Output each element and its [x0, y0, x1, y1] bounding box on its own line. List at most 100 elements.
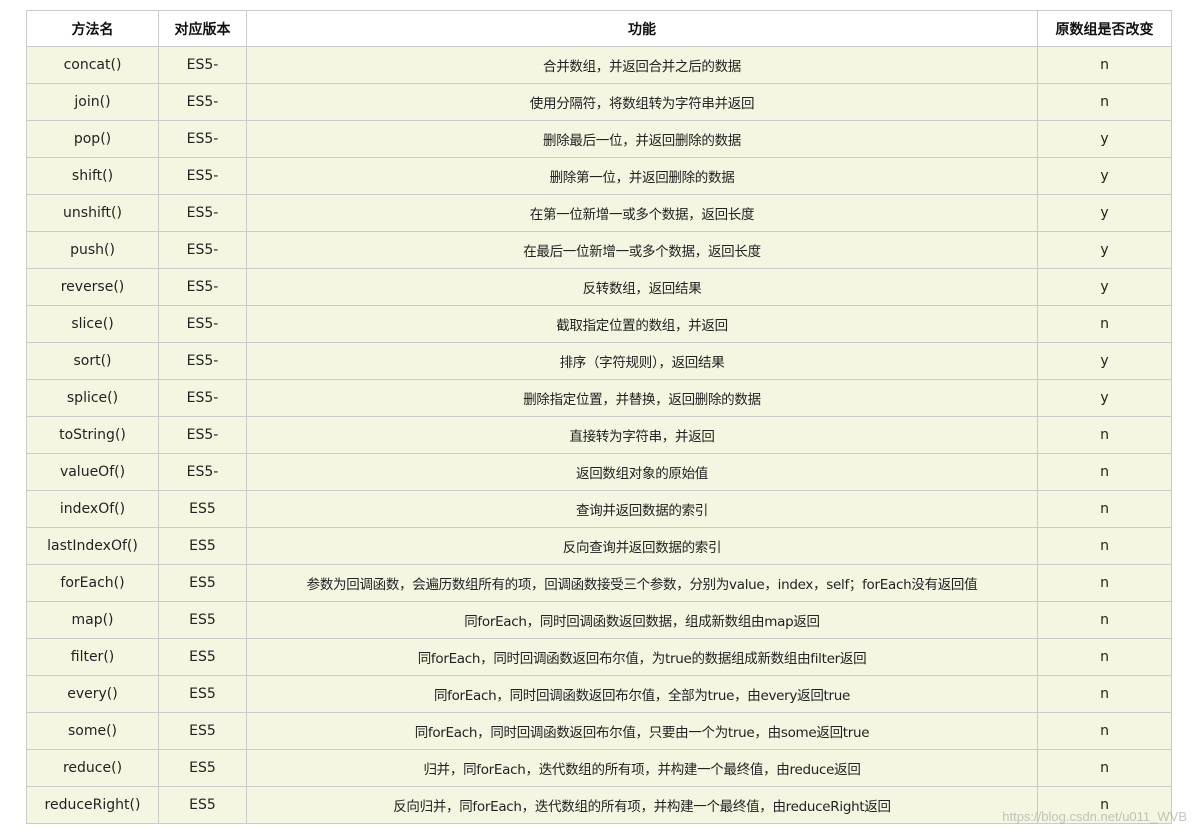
- table-row: unshift() ES5- 在第一位新增一或多个数据，返回长度 y: [26, 194, 1172, 232]
- cell-mutates: n: [1037, 305, 1172, 343]
- table-row: shift() ES5- 删除第一位，并返回删除的数据 y: [26, 157, 1172, 195]
- cell-function: 删除第一位，并返回删除的数据: [246, 157, 1038, 195]
- cell-version: ES5: [158, 712, 247, 750]
- cell-mutates: n: [1037, 749, 1172, 787]
- cell-version: ES5-: [158, 83, 247, 121]
- cell-mutates: y: [1037, 342, 1172, 380]
- cell-function: 合并数组，并返回合并之后的数据: [246, 46, 1038, 84]
- cell-version: ES5: [158, 564, 247, 602]
- header-row: 方法名 对应版本 功能 原数组是否改变: [26, 10, 1172, 47]
- cell-mutates: y: [1037, 194, 1172, 232]
- cell-version: ES5-: [158, 231, 247, 269]
- cell-method-name: pop(): [26, 120, 159, 158]
- cell-mutates: n: [1037, 564, 1172, 602]
- cell-method-name: some(): [26, 712, 159, 750]
- cell-version: ES5-: [158, 342, 247, 380]
- table-row: every() ES5 同forEach，同时回调函数返回布尔值，全部为true，由…: [26, 675, 1172, 713]
- cell-version: ES5-: [158, 46, 247, 84]
- cell-version: ES5-: [158, 157, 247, 195]
- cell-function: 直接转为字符串，并返回: [246, 416, 1038, 454]
- table-body: concat() ES5- 合并数组，并返回合并之后的数据 n join() ES5- 使用…: [26, 46, 1172, 824]
- cell-version: ES5: [158, 786, 247, 824]
- table-row: map() ES5 同forEach，同时回调函数返回数据，组成新数组由map返回 n: [26, 601, 1172, 639]
- cell-version: ES5-: [158, 416, 247, 454]
- cell-function: 反转数组，返回结果: [246, 268, 1038, 306]
- table-row: splice() ES5- 删除指定位置，并替换，返回删除的数据 y: [26, 379, 1172, 417]
- cell-mutates: n: [1037, 675, 1172, 713]
- cell-mutates: n: [1037, 712, 1172, 750]
- cell-function: 同forEach，同时回调函数返回数据，组成新数组由map返回: [246, 601, 1038, 639]
- cell-function: 在最后一位新增一或多个数据，返回长度: [246, 231, 1038, 269]
- table-row: reduce() ES5 归并，同forEach，迭代数组的所有项，并构建一个最终值…: [26, 749, 1172, 787]
- cell-method-name: toString(): [26, 416, 159, 454]
- table-row: filter() ES5 同forEach，同时回调函数返回布尔值，为true的数据…: [26, 638, 1172, 676]
- cell-method-name: shift(): [26, 157, 159, 195]
- table-row: reverse() ES5- 反转数组，返回结果 y: [26, 268, 1172, 306]
- cell-method-name: valueOf(): [26, 453, 159, 491]
- cell-mutates: n: [1037, 83, 1172, 121]
- table-header: 方法名 对应版本 功能 原数组是否改变: [26, 10, 1172, 47]
- cell-function: 反向查询并返回数据的索引: [246, 527, 1038, 565]
- watermark: https://blog.csdn.net/u011_WVB: [1002, 809, 1187, 824]
- cell-mutates: n: [1037, 46, 1172, 84]
- cell-mutates: n: [1037, 601, 1172, 639]
- cell-method-name: map(): [26, 601, 159, 639]
- cell-version: ES5: [158, 749, 247, 787]
- cell-version: ES5: [158, 527, 247, 565]
- cell-method-name: filter(): [26, 638, 159, 676]
- table-row: some() ES5 同forEach，同时回调函数返回布尔值，只要由一个为true…: [26, 712, 1172, 750]
- cell-method-name: reduce(): [26, 749, 159, 787]
- table-row: valueOf() ES5- 返回数组对象的原始值 n: [26, 453, 1172, 491]
- cell-mutates: y: [1037, 231, 1172, 269]
- header-method-name: 方法名: [26, 10, 159, 47]
- array-methods-table: 方法名 对应版本 功能 原数组是否改变 concat() ES5- 合并数组，并返回…: [26, 10, 1172, 824]
- cell-mutates: y: [1037, 157, 1172, 195]
- cell-function: 同forEach，同时回调函数返回布尔值，只要由一个为true，由some返回t…: [246, 712, 1038, 750]
- cell-version: ES5-: [158, 379, 247, 417]
- cell-method-name: indexOf(): [26, 490, 159, 528]
- cell-method-name: join(): [26, 83, 159, 121]
- cell-version: ES5-: [158, 453, 247, 491]
- cell-version: ES5: [158, 638, 247, 676]
- cell-mutates: n: [1037, 453, 1172, 491]
- cell-version: ES5: [158, 675, 247, 713]
- cell-method-name: lastIndexOf(): [26, 527, 159, 565]
- cell-method-name: concat(): [26, 46, 159, 84]
- table-row: forEach() ES5 参数为回调函数，会遍历数组所有的项，回调函数接受三个参数…: [26, 564, 1172, 602]
- cell-method-name: every(): [26, 675, 159, 713]
- cell-function: 返回数组对象的原始值: [246, 453, 1038, 491]
- cell-function: 同forEach，同时回调函数返回布尔值，全部为true，由every返回tru…: [246, 675, 1038, 713]
- cell-method-name: splice(): [26, 379, 159, 417]
- table-row: sort() ES5- 排序（字符规则），返回结果 y: [26, 342, 1172, 380]
- cell-mutates: y: [1037, 268, 1172, 306]
- cell-mutates: y: [1037, 379, 1172, 417]
- header-mutates: 原数组是否改变: [1037, 10, 1172, 47]
- cell-mutates: n: [1037, 638, 1172, 676]
- cell-function: 使用分隔符，将数组转为字符串并返回: [246, 83, 1038, 121]
- cell-method-name: unshift(): [26, 194, 159, 232]
- cell-function: 截取指定位置的数组，并返回: [246, 305, 1038, 343]
- cell-method-name: forEach(): [26, 564, 159, 602]
- table-row: join() ES5- 使用分隔符，将数组转为字符串并返回 n: [26, 83, 1172, 121]
- header-version: 对应版本: [158, 10, 247, 47]
- cell-function: 反向归并，同forEach，迭代数组的所有项，并构建一个最终值，由reduceR…: [246, 786, 1038, 824]
- cell-function: 排序（字符规则），返回结果: [246, 342, 1038, 380]
- cell-function: 查询并返回数据的索引: [246, 490, 1038, 528]
- cell-method-name: sort(): [26, 342, 159, 380]
- cell-mutates: y: [1037, 120, 1172, 158]
- cell-method-name: push(): [26, 231, 159, 269]
- methods-table-container: 方法名 对应版本 功能 原数组是否改变 concat() ES5- 合并数组，并返回…: [26, 10, 1172, 824]
- cell-version: ES5: [158, 601, 247, 639]
- cell-function: 参数为回调函数，会遍历数组所有的项，回调函数接受三个参数，分别为value，in…: [246, 564, 1038, 602]
- table-row: lastIndexOf() ES5 反向查询并返回数据的索引 n: [26, 527, 1172, 565]
- table-row: slice() ES5- 截取指定位置的数组，并返回 n: [26, 305, 1172, 343]
- cell-version: ES5-: [158, 194, 247, 232]
- cell-method-name: reverse(): [26, 268, 159, 306]
- cell-function: 在第一位新增一或多个数据，返回长度: [246, 194, 1038, 232]
- cell-version: ES5-: [158, 268, 247, 306]
- table-row: push() ES5- 在最后一位新增一或多个数据，返回长度 y: [26, 231, 1172, 269]
- cell-method-name: reduceRight(): [26, 786, 159, 824]
- cell-mutates: n: [1037, 416, 1172, 454]
- table-row: reduceRight() ES5 反向归并，同forEach，迭代数组的所有项，并…: [26, 786, 1172, 824]
- cell-function: 删除指定位置，并替换，返回删除的数据: [246, 379, 1038, 417]
